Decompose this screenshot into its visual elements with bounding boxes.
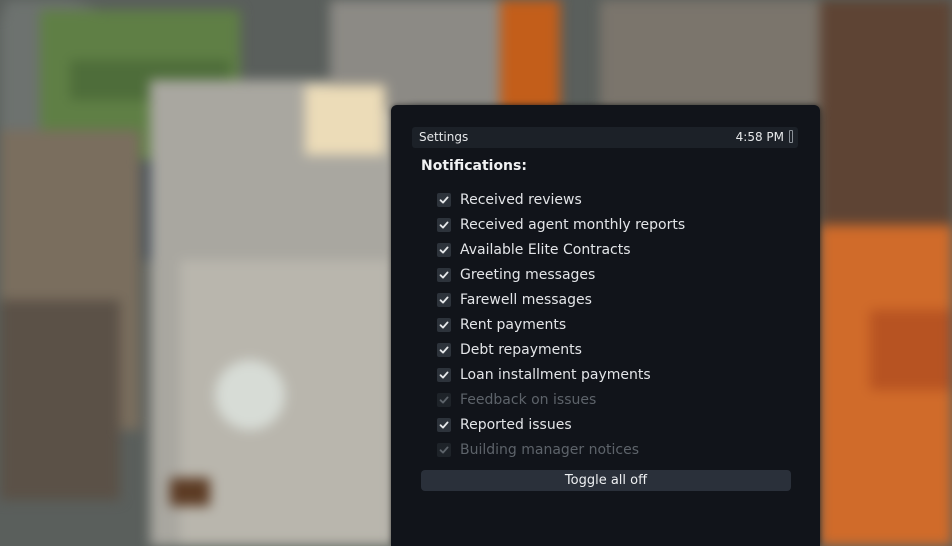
notifications-heading: Notifications: [421,158,527,174]
checkbox[interactable] [437,317,451,332]
notification-label: Feedback on issues [460,391,597,408]
notification-label: Loan installment payments [460,366,651,383]
notification-option[interactable]: Reported issues [437,412,777,437]
checkmark-icon [439,446,449,453]
checkbox[interactable] [437,342,451,357]
battery-icon [789,130,793,143]
checkmark-icon [439,421,449,428]
notification-option[interactable]: Rent payments [437,312,777,337]
checkmark-icon [439,396,449,403]
notification-option[interactable]: Building manager notices [437,437,777,462]
toggle-all-off-button[interactable]: Toggle all off [421,470,791,491]
notification-label: Debt repayments [460,341,582,358]
checkbox[interactable] [437,217,451,232]
checkbox[interactable] [437,192,451,207]
title-bar: Settings 4:58 PM [412,127,798,148]
checkmark-icon [439,321,449,328]
notification-label: Greeting messages [460,266,596,283]
notification-list: Received reviews Received agent monthly r… [437,187,777,462]
notification-option[interactable]: Loan installment payments [437,362,777,387]
notification-label: Farewell messages [460,291,592,308]
notification-option[interactable]: Greeting messages [437,262,777,287]
notification-option[interactable]: Debt repayments [437,337,777,362]
checkmark-icon [439,296,449,303]
checkbox[interactable] [437,267,451,282]
settings-window: Settings 4:58 PM Notifications: Received… [391,105,820,546]
notification-label: Reported issues [460,416,572,433]
checkmark-icon [439,346,449,353]
notification-label: Received agent monthly reports [460,216,686,233]
checkmark-icon [439,196,449,203]
checkbox[interactable] [437,442,451,457]
notification-label: Available Elite Contracts [460,241,631,258]
checkmark-icon [439,271,449,278]
notification-label: Building manager notices [460,441,640,458]
clock: 4:58 PM [735,130,784,144]
checkbox[interactable] [437,392,451,407]
notification-option[interactable]: Received reviews [437,187,777,212]
checkmark-icon [439,221,449,228]
notification-label: Rent payments [460,316,567,333]
checkmark-icon [439,371,449,378]
checkbox[interactable] [437,417,451,432]
window-title: Settings [419,130,469,144]
notification-option[interactable]: Feedback on issues [437,387,777,412]
notification-label: Received reviews [460,191,582,208]
notification-option[interactable]: Received agent monthly reports [437,212,777,237]
notification-option[interactable]: Available Elite Contracts [437,237,777,262]
checkmark-icon [439,246,449,253]
checkbox[interactable] [437,367,451,382]
checkbox[interactable] [437,242,451,257]
notification-option[interactable]: Farewell messages [437,287,777,312]
checkbox[interactable] [437,292,451,307]
